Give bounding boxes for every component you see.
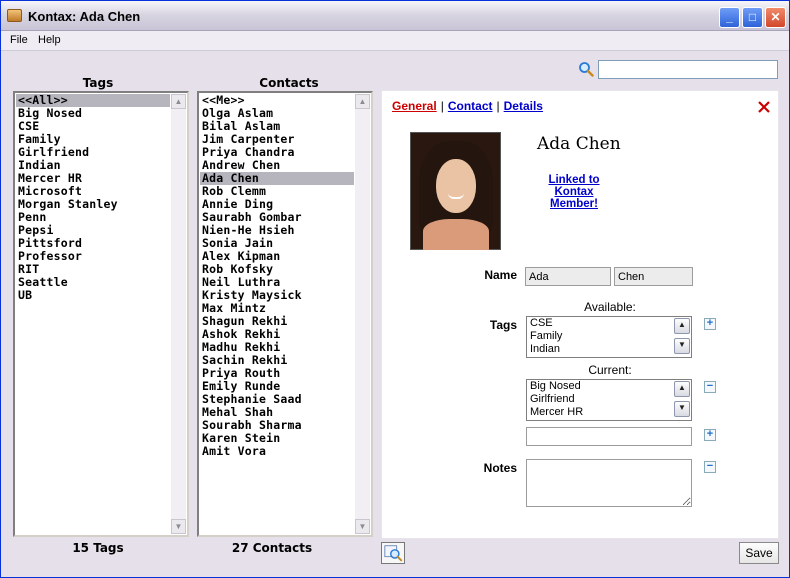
clear-notes-icon[interactable]: − <box>704 461 716 473</box>
scroll-down-icon[interactable]: ▼ <box>674 338 690 354</box>
available-tag-item[interactable]: CSE <box>527 317 691 330</box>
tab-general[interactable]: General <box>392 99 437 113</box>
remove-tag-icon[interactable]: − <box>704 381 716 393</box>
close-window-button[interactable]: ✕ <box>765 7 786 28</box>
tab-contact[interactable]: Contact <box>448 99 493 113</box>
scroll-up-icon[interactable]: ▲ <box>171 94 186 109</box>
tab-details[interactable]: Details <box>504 99 543 113</box>
current-tag-item[interactable]: Big Nosed <box>527 380 691 393</box>
last-name-field[interactable] <box>614 267 693 286</box>
available-tag-item[interactable]: Indian <box>527 343 691 356</box>
tags-panel-label: Tags <box>82 76 114 90</box>
current-tags-list[interactable]: Big Nosed Girlfriend Mercer HR ▲ ▼ <box>526 379 692 421</box>
tag-list-item[interactable]: Seattle <box>16 276 170 289</box>
delete-contact-icon[interactable] <box>757 100 771 114</box>
search-icon[interactable] <box>578 61 594 77</box>
minimize-button[interactable]: _ <box>719 7 740 28</box>
contact-name-heading: Ada Chen <box>537 134 621 154</box>
notes-field[interactable] <box>526 459 692 507</box>
contacts-scrollbar[interactable]: ▲ ▼ <box>355 94 370 534</box>
tag-list-item[interactable]: UB <box>16 289 170 302</box>
scroll-down-icon[interactable]: ▼ <box>355 519 370 534</box>
tags-list[interactable]: <<All>> Big Nosed CSE Family Girlfriend India… <box>13 91 189 537</box>
contacts-panel-label: Contacts <box>259 76 319 90</box>
current-tag-item[interactable]: Mercer HR <box>527 406 691 419</box>
available-tag-item[interactable]: Family <box>527 330 691 343</box>
linked-member-link[interactable]: Linked to Kontax Member! <box>544 174 604 210</box>
find-contact-icon[interactable] <box>381 542 405 564</box>
scroll-down-icon[interactable]: ▼ <box>171 519 186 534</box>
current-tag-item[interactable]: Girlfriend <box>527 393 691 406</box>
menu-bar: File Help <box>1 31 789 51</box>
create-tag-icon[interactable]: + <box>704 429 716 441</box>
scroll-up-icon[interactable]: ▲ <box>674 318 690 334</box>
tag-list-item[interactable]: Big Nosed <box>16 107 170 120</box>
add-tag-icon[interactable]: + <box>704 318 716 330</box>
maximize-button[interactable]: □ <box>742 7 763 28</box>
menu-help[interactable]: Help <box>38 34 61 46</box>
tag-list-item[interactable]: Professor <box>16 250 170 263</box>
contact-detail-panel: General | Contact | Details Ada Chen Linked … <box>381 90 779 539</box>
contact-photo <box>410 132 501 250</box>
name-label: Name <box>484 268 517 282</box>
scroll-down-icon[interactable]: ▼ <box>674 401 690 417</box>
window-title: Kontax: Ada Chen <box>28 9 141 24</box>
available-label: Available: <box>584 300 636 314</box>
tags-list-items: <<All>> Big Nosed CSE Family Girlfriend India… <box>16 94 170 302</box>
contacts-count: 27 Contacts <box>231 541 313 555</box>
current-label: Current: <box>588 363 632 377</box>
scroll-up-icon[interactable]: ▲ <box>355 94 370 109</box>
contacts-list[interactable]: <<Me>> Olga Aslam Bilal Aslam Jim Carpenter… <box>197 91 373 537</box>
search-input[interactable] <box>598 60 778 79</box>
tags-scrollbar[interactable]: ▲ ▼ <box>171 94 186 534</box>
save-button[interactable]: Save <box>739 542 779 564</box>
new-tag-input[interactable] <box>526 427 692 446</box>
tags-count: 15 Tags <box>72 541 124 555</box>
title-bar[interactable]: Kontax: Ada Chen _ □ ✕ <box>1 1 789 31</box>
available-tags-scroll[interactable]: ▲ ▼ <box>674 318 690 356</box>
notes-label: Notes <box>483 461 517 475</box>
scroll-up-icon[interactable]: ▲ <box>674 381 690 397</box>
contacts-list-items: <<Me>> Olga Aslam Bilal Aslam Jim Carpenter… <box>200 94 354 458</box>
contact-list-item[interactable]: Amit Vora <box>200 445 354 458</box>
tags-label: Tags <box>489 318 517 332</box>
main-window: Kontax: Ada Chen _ □ ✕ File Help Tags <<… <box>0 0 790 578</box>
app-icon <box>7 9 22 22</box>
detail-tabs: General | Contact | Details <box>392 99 543 113</box>
menu-file[interactable]: File <box>10 34 28 46</box>
available-tags-list[interactable]: CSE Family Indian ▲ ▼ <box>526 316 692 358</box>
first-name-field[interactable] <box>525 267 611 286</box>
current-tags-scroll[interactable]: ▲ ▼ <box>674 381 690 419</box>
